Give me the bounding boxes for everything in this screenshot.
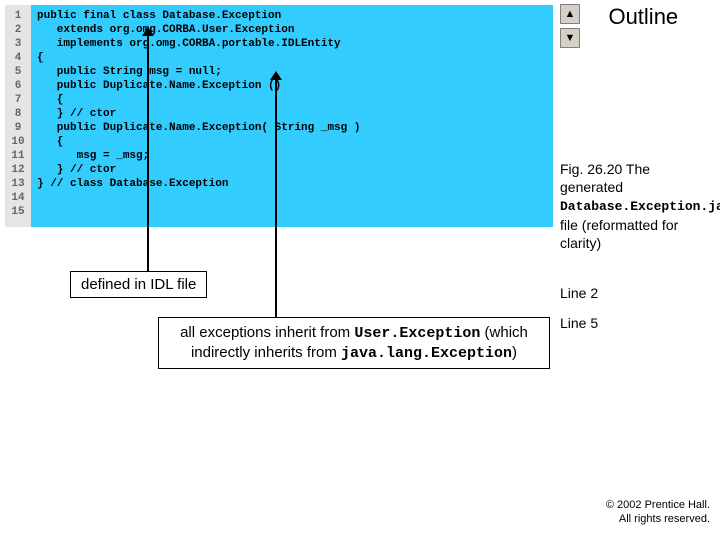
arrow-up-head-icon	[270, 71, 282, 80]
callout-inherit: all exceptions inherit from User.Excepti…	[158, 317, 550, 369]
line-number: 10	[5, 135, 31, 149]
copyright-line: © 2002 Prentice Hall.	[606, 498, 710, 512]
figure-caption: Fig. 26.20 The generated Database.Except…	[560, 160, 716, 252]
line-number: 11	[5, 149, 31, 163]
code-line: public Duplicate.Name.Exception( String …	[37, 121, 547, 135]
callout-mono: User.Exception	[354, 325, 480, 342]
line-number: 14	[5, 191, 31, 205]
code-line: extends org.omg.CORBA.User.Exception	[37, 23, 547, 37]
line-ref-5: Line 5	[560, 315, 598, 331]
nav-arrows: ▲ ▼	[560, 4, 580, 52]
line-number: 5	[5, 65, 31, 79]
line-number: 12	[5, 163, 31, 177]
arrow-up-head-icon	[142, 27, 154, 36]
code-panel: 1 2 3 4 5 6 7 8 9 10 11 12 13 14 15 publ…	[5, 5, 553, 227]
line-number: 8	[5, 107, 31, 121]
callout-text: all exceptions inherit from	[180, 324, 354, 341]
code-line: {	[37, 135, 547, 149]
line-number: 6	[5, 79, 31, 93]
code-line: public Duplicate.Name.Exception ()	[37, 79, 547, 93]
code-line: {	[37, 51, 547, 65]
arrow-line	[275, 77, 277, 317]
code-line: msg = _msg;	[37, 149, 547, 163]
line-ref-2: Line 2	[560, 285, 598, 301]
line-number: 2	[5, 23, 31, 37]
line-number: 3	[5, 37, 31, 51]
prev-slide-button[interactable]: ▲	[560, 4, 580, 24]
arrow-up-icon: ▲	[565, 9, 576, 20]
callout-mono: java.lang.Exception	[341, 345, 512, 362]
outline-title: Outline	[608, 4, 678, 30]
code-line: public String msg = null;	[37, 65, 547, 79]
outline-panel: ▲ ▼ Outline	[560, 4, 714, 52]
caption-filename: Database.Exception.java	[560, 199, 720, 214]
code-line: } // class Database.Exception	[37, 177, 547, 191]
line-number: 9	[5, 121, 31, 135]
arrow-line	[147, 33, 149, 271]
line-number: 13	[5, 177, 31, 191]
caption-pre: Fig. 26.20 The generated	[560, 161, 650, 195]
code-line: } // ctor	[37, 107, 547, 121]
line-number: 1	[5, 9, 31, 23]
code-line: implements org.omg.CORBA.portable.IDLEnt…	[37, 37, 547, 51]
code-line: } // ctor	[37, 163, 547, 177]
code-line: public final class Database.Exception	[37, 9, 547, 23]
code-line: {	[37, 93, 547, 107]
callout-idl: defined in IDL file	[70, 271, 207, 298]
copyright: © 2002 Prentice Hall. All rights reserve…	[606, 498, 710, 526]
code-body: public final class Database.Exception ex…	[31, 5, 553, 227]
line-number: 15	[5, 205, 31, 219]
caption-post: file (reformatted for clarity)	[560, 217, 678, 251]
arrow-down-icon: ▼	[565, 33, 576, 44]
copyright-line: All rights reserved.	[606, 512, 710, 526]
line-number-gutter: 1 2 3 4 5 6 7 8 9 10 11 12 13 14 15	[5, 5, 31, 227]
line-number: 4	[5, 51, 31, 65]
next-slide-button[interactable]: ▼	[560, 28, 580, 48]
line-number: 7	[5, 93, 31, 107]
callout-text: )	[512, 344, 517, 361]
